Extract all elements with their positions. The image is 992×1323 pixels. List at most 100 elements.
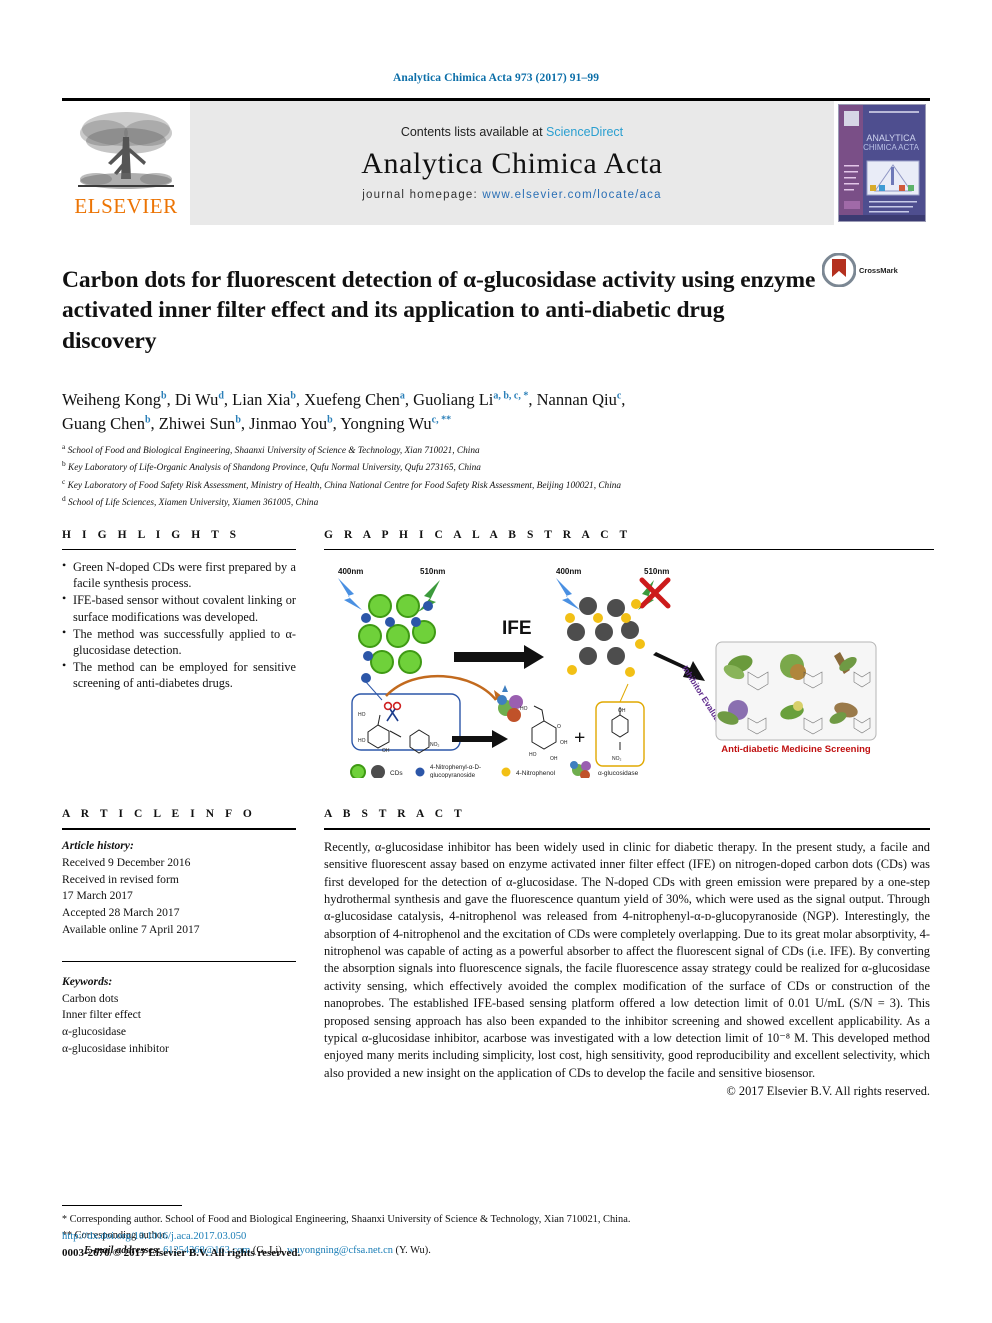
journal-cover-container: ANALYTICA CHIMICA ACTA — [834, 101, 930, 225]
svg-text:NO₂: NO₂ — [612, 756, 622, 762]
homepage-url-link[interactable]: www.elsevier.com/locate/aca — [482, 189, 661, 201]
svg-text:CHIMICA ACTA: CHIMICA ACTA — [863, 143, 920, 152]
svg-text:4-Nitrophenyl-α-D-: 4-Nitrophenyl-α-D- — [430, 764, 481, 771]
issn-copyright-line: 0003-2670/© 2017 Elsevier B.V. All right… — [62, 1246, 301, 1259]
affiliation-mark: a — [62, 441, 66, 451]
crossmark-label: CrossMark — [859, 265, 898, 275]
author-line-1: Weiheng Kongb, Di Wud, Lian Xiab, Xuefen… — [62, 388, 930, 412]
journal-masthead: ELSEVIER Contents lists available at Sci… — [62, 98, 930, 225]
svg-text:510nm: 510nm — [420, 567, 445, 576]
svg-text:HO: HO — [529, 752, 537, 758]
article-first-page: Analytica Chimica Acta 973 (2017) 91–99 — [0, 0, 992, 1323]
list-item: IFE-based sensor without covalent linkin… — [62, 591, 296, 624]
author-affil-mark: c, ** — [431, 414, 452, 426]
article-history-label: Article history: — [62, 838, 134, 852]
abstract-body: Recently, α-glucosidase inhibitor has be… — [324, 830, 930, 1100]
graphical-abstract-diagram: 400nm 510nm IFE 400nm 510nm Inhibitor Ev… — [338, 567, 877, 780]
abstract-text: Recently, α-glucosidase inhibitor has be… — [324, 839, 930, 1080]
graphical-abstract-figure-wrap: 400nm 510nm IFE 400nm 510nm Inhibitor Ev… — [324, 550, 934, 780]
doi-block: http://dx.doi.org/10.1016/j.aca.2017.03.… — [62, 1229, 300, 1261]
svg-text:400nm: 400nm — [338, 567, 363, 576]
author-line-2: Guang Chenb, Zhiwei Sunb, Jinmao Youb, Y… — [62, 412, 930, 436]
history-item: 17 March 2017 — [62, 889, 133, 903]
crossmark-icon — [822, 253, 856, 287]
author-entry: Guang Chenb, — [62, 414, 159, 434]
affiliation-mark: b — [62, 459, 66, 469]
author-entry: Nannan Qiuc, — [536, 390, 626, 410]
highlights-and-graphical-abstract: H I G H L I G H T S Green N-doped CDs we… — [62, 529, 934, 780]
affiliation-item: c Key Laboratory of Food Safety Risk Ass… — [62, 476, 622, 492]
author-entry: Weiheng Kongb, — [62, 390, 175, 410]
corresponding-author-1: * Corresponding author. School of Food a… — [62, 1214, 631, 1226]
highlights-column: H I G H L I G H T S Green N-doped CDs we… — [62, 529, 296, 778]
svg-text:HO: HO — [358, 712, 366, 718]
elsevier-logo: ELSEVIER — [62, 101, 190, 225]
list-item: The method can be employed for sensitive… — [62, 658, 296, 691]
journal-title: Analytica Chimica Acta — [361, 147, 663, 180]
doi-link[interactable]: http://dx.doi.org/10.1016/j.aca.2017.03.… — [62, 1229, 300, 1245]
svg-text:HO: HO — [358, 738, 366, 744]
svg-text:NO₂: NO₂ — [430, 742, 440, 748]
svg-text:α-glucosidase: α-glucosidase — [598, 770, 639, 777]
email-link-2[interactable]: wuyongning@cfsa.net.cn — [287, 1245, 393, 1256]
affiliation-list: a School of Food and Biological Engineer… — [62, 441, 930, 511]
svg-text:HO: HO — [520, 706, 528, 712]
elsevier-tree-icon — [78, 112, 174, 189]
divider — [62, 960, 296, 962]
svg-text:ANALYTICA: ANALYTICA — [866, 133, 915, 143]
svg-text:CDs: CDs — [390, 770, 403, 777]
svg-text:400nm: 400nm — [556, 567, 581, 576]
affiliation-mark: c — [62, 476, 66, 486]
svg-text:510nm: 510nm — [644, 567, 669, 576]
affiliation-item: b Key Laboratory of Life-Organic Analysi… — [62, 459, 481, 474]
article-history: Article history: Received 9 December 201… — [62, 830, 296, 939]
affiliation-item: a School of Food and Biological Engineer… — [62, 441, 480, 457]
author-entry: Xuefeng Chena, — [304, 390, 414, 410]
abstract-copyright: © 2017 Elsevier B.V. All rights reserved… — [726, 1083, 930, 1098]
svg-text:OH: OH — [560, 740, 568, 746]
author-entry: Zhiwei Sunb, — [158, 414, 250, 434]
sciencedirect-link[interactable]: ScienceDirect — [546, 125, 623, 139]
author-entry: Yongning Wuc, ** — [340, 414, 452, 434]
abstract-column: A B S T R A C T Recently, α-glucosidase … — [324, 808, 930, 1100]
elsevier-wordmark: ELSEVIER — [74, 194, 178, 218]
title-block: Carbon dots for fluorescent detection of… — [62, 249, 930, 372]
footnote-mark: * — [62, 1214, 67, 1226]
running-head: Analytica Chimica Acta 973 (2017) 91–99 — [392, 72, 600, 84]
history-item: Received in revised form — [62, 872, 179, 886]
contents-prefix: Contents lists available at — [400, 125, 547, 139]
svg-text:Anti-diabetic Medicine Screeni: Anti-diabetic Medicine Screening — [721, 744, 871, 755]
highlights-list: Green N-doped CDs were first prepared by… — [62, 550, 296, 692]
svg-text:IFE: IFE — [502, 618, 532, 639]
svg-text:OH: OH — [618, 708, 626, 714]
footnote-rule — [62, 1205, 182, 1207]
keywords-block: Keywords: Carbon dots Inner filter effec… — [62, 966, 296, 1058]
author-list: Weiheng Kongb, Di Wud, Lian Xiab, Xuefen… — [62, 388, 930, 436]
affiliation-item: d School of Life Sciences, Xiamen Univer… — [62, 494, 319, 509]
journal-cover-thumbnail[interactable]: ANALYTICA CHIMICA ACTA — [838, 104, 926, 222]
svg-text:O: O — [557, 724, 561, 730]
crossmark-badge[interactable]: CrossMark — [822, 249, 914, 287]
svg-text:OH: OH — [550, 756, 558, 762]
affiliation-mark: d — [62, 494, 66, 504]
history-item: Available online 7 April 2017 — [62, 922, 200, 936]
history-item: Received 9 December 2016 — [62, 855, 191, 869]
cover-art-icon: ANALYTICA CHIMICA ACTA — [839, 105, 925, 221]
keyword-item: Inner filter effect — [62, 1008, 141, 1022]
abstract-heading: A B S T R A C T — [324, 807, 466, 820]
articleinfo-and-abstract: A R T I C L E I N F O Article history: R… — [62, 808, 930, 1100]
highlights-heading: H I G H L I G H T S — [62, 528, 241, 541]
list-item: Green N-doped CDs were first prepared by… — [62, 558, 296, 591]
author-affil-mark: a, b, c, * — [493, 390, 529, 402]
homepage-prefix: journal homepage: — [362, 189, 483, 201]
author-entry: Di Wud, — [174, 390, 233, 410]
keywords-label: Keywords: — [62, 974, 113, 988]
page-title: Carbon dots for fluorescent detection of… — [62, 266, 816, 354]
history-item: Accepted 28 March 2017 — [62, 906, 180, 920]
keyword-item: α-glucosidase inhibitor — [62, 1041, 169, 1055]
keyword-item: α-glucosidase — [62, 1025, 127, 1039]
keyword-item: Carbon dots — [62, 991, 119, 1005]
svg-text:4-Nitrophenol: 4-Nitrophenol — [516, 770, 556, 777]
journal-homepage-line: journal homepage: www.elsevier.com/locat… — [362, 189, 661, 201]
